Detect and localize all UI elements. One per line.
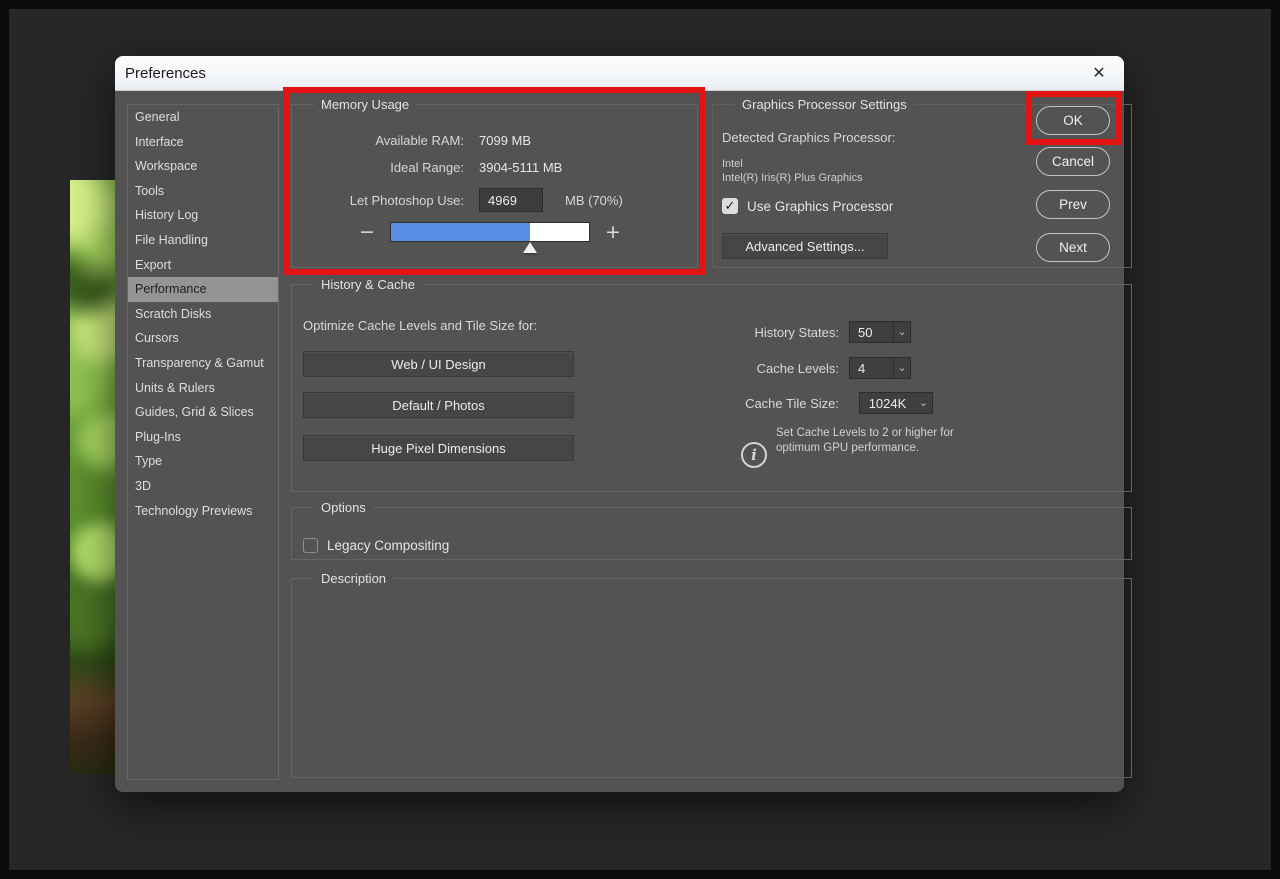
info-icon: i — [741, 442, 767, 468]
available-ram-value: 7099 MB — [479, 133, 531, 148]
sidebar-item-technology-previews[interactable]: Technology Previews — [128, 499, 278, 524]
gpu-vendor-text: Intel — [722, 158, 743, 170]
ram-suffix-label: MB (70%) — [565, 193, 623, 208]
available-ram-row: Available RAM: 7099 MB — [292, 129, 697, 151]
desktop-background: Preferences ✕ General Interface Workspac… — [9, 9, 1271, 870]
sidebar-item-file-handling[interactable]: File Handling — [128, 228, 278, 253]
ideal-range-label: Ideal Range: — [292, 160, 464, 175]
gpu-model-text: Intel(R) Iris(R) Plus Graphics — [722, 172, 863, 184]
cache-tile-size-label: Cache Tile Size: — [592, 396, 839, 411]
cache-tile-size-dropdown[interactable]: 1024K ⌄ — [859, 392, 933, 414]
preferences-dialog: Preferences ✕ General Interface Workspac… — [115, 56, 1124, 792]
memory-slider-handle[interactable] — [523, 242, 537, 253]
prev-button[interactable]: Prev — [1036, 190, 1110, 219]
let-photoshop-use-label: Let Photoshop Use: — [292, 193, 464, 208]
memory-slider-row: − + — [358, 221, 622, 243]
memory-usage-group: Memory Usage Available RAM: 7099 MB Idea… — [291, 104, 698, 268]
sidebar-item-cursors[interactable]: Cursors — [128, 326, 278, 351]
ideal-range-value: 3904-5111 MB — [479, 160, 562, 175]
cache-info-text: Set Cache Levels to 2 or higher for opti… — [776, 426, 954, 456]
ok-button[interactable]: OK — [1036, 106, 1110, 135]
history-states-dropdown[interactable]: 50 ⌄ — [849, 321, 911, 343]
history-states-row: History States: 50 ⌄ — [592, 321, 911, 343]
sidebar-item-guides-grid-slices[interactable]: Guides, Grid & Slices — [128, 400, 278, 425]
legacy-compositing-label: Legacy Compositing — [327, 538, 449, 553]
use-graphics-processor-label: Use Graphics Processor — [747, 199, 893, 214]
default-photos-button[interactable]: Default / Photos — [303, 392, 574, 418]
description-group: Description — [291, 578, 1132, 778]
cache-tile-size-row: Cache Tile Size: 1024K ⌄ — [592, 392, 933, 414]
sidebar-item-3d[interactable]: 3D — [128, 474, 278, 499]
chevron-down-icon: ⌄ — [893, 358, 910, 378]
cache-levels-row: Cache Levels: 4 ⌄ — [592, 357, 911, 379]
sidebar-item-interface[interactable]: Interface — [128, 130, 278, 155]
history-cache-legend: History & Cache — [314, 276, 422, 293]
cache-levels-label: Cache Levels: — [592, 361, 839, 376]
dialog-title: Preferences — [115, 65, 206, 82]
sidebar-item-general[interactable]: General — [128, 105, 278, 130]
sidebar-item-performance[interactable]: Performance — [128, 277, 278, 302]
memory-slider-track[interactable] — [390, 222, 590, 242]
memory-usage-legend: Memory Usage — [314, 96, 416, 113]
preferences-sidebar: General Interface Workspace Tools Histor… — [127, 104, 279, 780]
sidebar-item-units-rulers[interactable]: Units & Rulers — [128, 376, 278, 401]
cache-info-line2: optimum GPU performance. — [776, 441, 954, 456]
legacy-compositing-row: Legacy Compositing — [303, 538, 449, 553]
slider-plus-icon[interactable]: + — [604, 222, 622, 242]
graphics-processor-legend: Graphics Processor Settings — [735, 96, 914, 113]
next-button[interactable]: Next — [1036, 233, 1110, 262]
close-icon[interactable]: ✕ — [1088, 62, 1110, 84]
cache-tile-size-value: 1024K — [860, 396, 915, 411]
description-legend: Description — [314, 570, 393, 587]
detected-gpu-label: Detected Graphics Processor: — [722, 130, 895, 145]
cache-info-line1: Set Cache Levels to 2 or higher for — [776, 426, 954, 441]
optimize-cache-label: Optimize Cache Levels and Tile Size for: — [303, 318, 537, 333]
options-legend: Options — [314, 499, 373, 516]
cache-levels-dropdown[interactable]: 4 ⌄ — [849, 357, 911, 379]
let-photoshop-use-row: Let Photoshop Use: MB (70%) — [292, 187, 697, 213]
sidebar-item-tools[interactable]: Tools — [128, 179, 278, 204]
advanced-settings-button[interactable]: Advanced Settings... — [722, 233, 888, 259]
ram-amount-input[interactable] — [479, 188, 543, 212]
legacy-compositing-checkbox[interactable] — [303, 538, 318, 553]
history-states-value: 50 — [850, 325, 893, 340]
available-ram-label: Available RAM: — [292, 133, 464, 148]
chevron-down-icon: ⌄ — [893, 322, 910, 342]
sidebar-item-history-log[interactable]: History Log — [128, 203, 278, 228]
sidebar-item-scratch-disks[interactable]: Scratch Disks — [128, 302, 278, 327]
memory-slider-fill — [391, 223, 530, 241]
description-content — [302, 593, 1121, 767]
sidebar-item-export[interactable]: Export — [128, 253, 278, 278]
slider-minus-icon[interactable]: − — [358, 222, 376, 242]
chevron-down-icon: ⌄ — [915, 393, 932, 413]
use-graphics-processor-checkbox[interactable]: ✓ — [722, 198, 738, 214]
sidebar-item-workspace[interactable]: Workspace — [128, 154, 278, 179]
huge-pixel-dimensions-button[interactable]: Huge Pixel Dimensions — [303, 435, 574, 461]
history-cache-group: History & Cache Optimize Cache Levels an… — [291, 284, 1132, 492]
use-gpu-row: ✓ Use Graphics Processor — [722, 198, 893, 214]
sidebar-item-type[interactable]: Type — [128, 449, 278, 474]
history-states-label: History States: — [592, 325, 839, 340]
cancel-button[interactable]: Cancel — [1036, 147, 1110, 176]
background-photo — [70, 180, 117, 774]
sidebar-item-plug-ins[interactable]: Plug-Ins — [128, 425, 278, 450]
dialog-titlebar: Preferences ✕ — [115, 56, 1124, 91]
background-photo-bokeh — [70, 180, 117, 774]
web-ui-design-button[interactable]: Web / UI Design — [303, 351, 574, 377]
ideal-range-row: Ideal Range: 3904-5111 MB — [292, 156, 697, 178]
options-group: Options Legacy Compositing — [291, 507, 1132, 560]
sidebar-item-transparency-gamut[interactable]: Transparency & Gamut — [128, 351, 278, 376]
cache-levels-value: 4 — [850, 361, 893, 376]
